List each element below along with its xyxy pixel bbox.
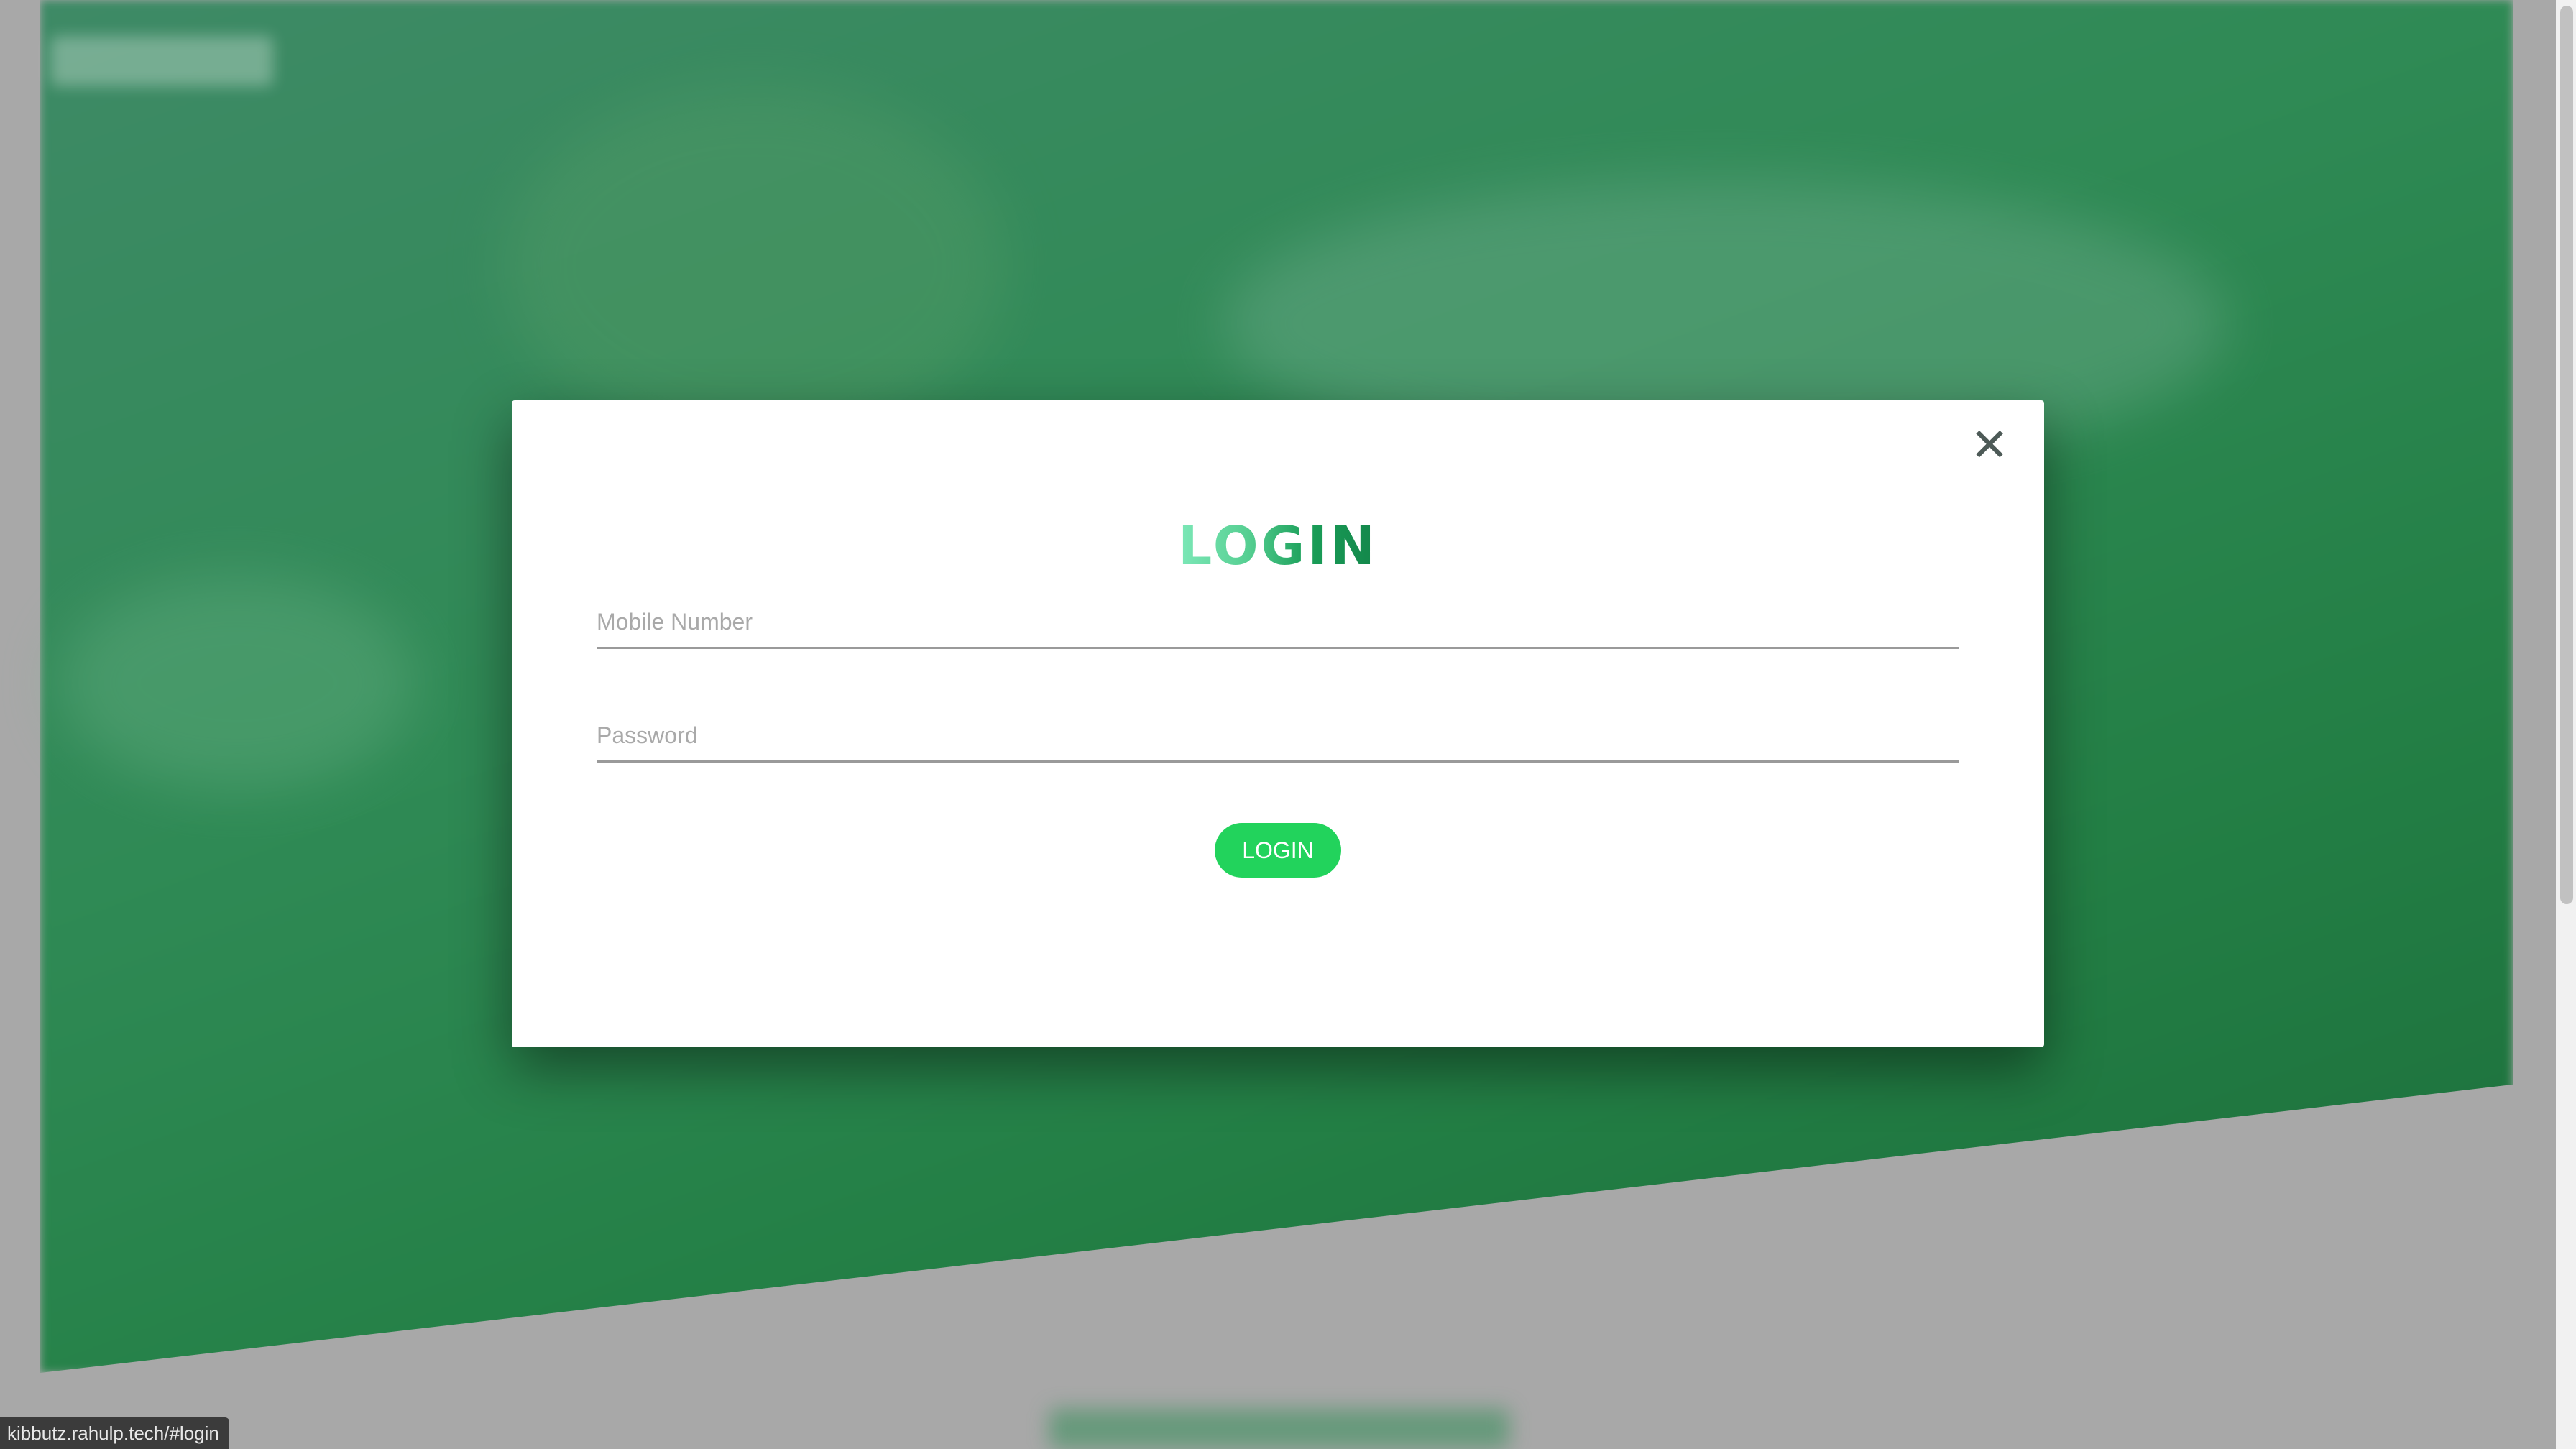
status-bar-url: kibbutz.rahulp.tech/#login xyxy=(0,1417,229,1449)
scrollbar-thumb[interactable] xyxy=(2560,6,2573,904)
mobile-number-input[interactable] xyxy=(597,597,1959,649)
close-icon[interactable]: ✕ xyxy=(1969,422,2010,468)
blurred-logo xyxy=(50,36,273,86)
login-modal: ✕ LOGIN LOGIN xyxy=(512,400,2044,1047)
blurred-heading xyxy=(1049,1409,1509,1449)
background-blob xyxy=(503,86,1006,446)
page: ✕ LOGIN LOGIN kibbutz.rahulp.tech/#login xyxy=(0,0,2576,1449)
background-blob xyxy=(58,575,417,791)
login-button[interactable]: LOGIN xyxy=(1215,823,1341,878)
password-input[interactable] xyxy=(597,710,1959,763)
modal-title-container: LOGIN xyxy=(512,515,2044,577)
scrollbar[interactable] xyxy=(2556,0,2576,1449)
modal-title: LOGIN xyxy=(1178,515,1378,577)
